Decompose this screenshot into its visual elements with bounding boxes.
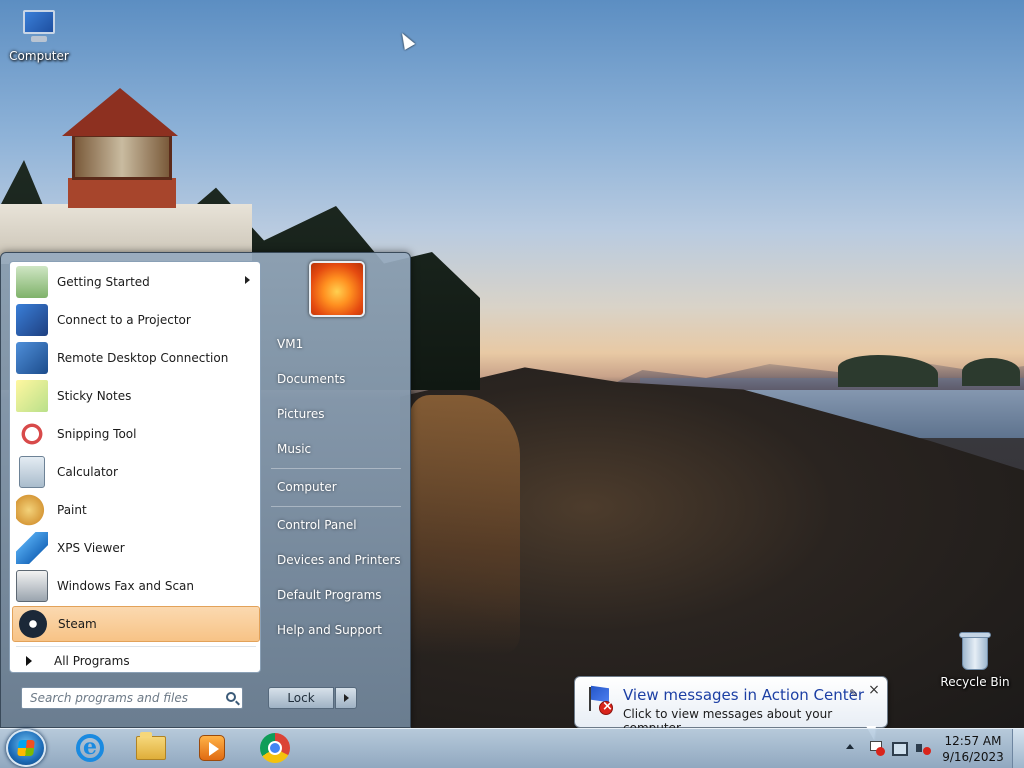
show-desktop-button[interactable]	[1012, 729, 1024, 768]
program-label: Sticky Notes	[57, 389, 132, 403]
action-center-notification[interactable]: View messages in Action Center Click to …	[574, 676, 888, 735]
program-label: XPS Viewer	[57, 541, 125, 555]
link-help-support[interactable]: Help and Support	[267, 615, 403, 645]
clock-date: 9/16/2023	[942, 750, 1004, 764]
start-button[interactable]	[6, 729, 46, 767]
wallpaper-island	[962, 358, 1020, 386]
volume-muted-tray-icon[interactable]	[914, 739, 932, 757]
triangle-right-icon	[26, 656, 32, 666]
taskbar-internet-explorer[interactable]	[70, 731, 110, 765]
start-menu-programs-pane: Getting Started Connect to a Projector R…	[9, 261, 261, 673]
wallpaper-hills	[600, 362, 1024, 390]
shutdown-options-arrow-button[interactable]	[335, 687, 357, 709]
program-connect-projector[interactable]: Connect to a Projector	[12, 302, 260, 338]
clock[interactable]: 12:57 AM 9/16/2023	[940, 733, 1006, 765]
windows-explorer-icon	[136, 732, 166, 760]
paint-icon	[16, 494, 48, 526]
desktop-icon-computer[interactable]: Computer	[2, 10, 76, 63]
link-pictures[interactable]: Pictures	[267, 399, 403, 429]
fax-scan-icon	[16, 570, 48, 602]
search-icon[interactable]	[226, 692, 236, 702]
show-hidden-icons-arrow-icon[interactable]	[846, 744, 854, 749]
link-music[interactable]: Music	[267, 434, 403, 464]
calculator-icon	[19, 456, 45, 488]
link-user-folder[interactable]: VM1	[267, 329, 403, 359]
program-label: Windows Fax and Scan	[57, 579, 195, 593]
media-player-icon	[199, 735, 225, 761]
taskbar-chrome[interactable]	[255, 731, 295, 765]
separator	[16, 646, 256, 647]
error-icon	[599, 699, 613, 715]
link-computer[interactable]: Computer	[267, 472, 403, 502]
program-remote-desktop[interactable]: Remote Desktop Connection	[12, 340, 260, 376]
link-documents[interactable]: Documents	[267, 364, 403, 394]
program-steam[interactable]: Steam	[12, 606, 260, 642]
internet-explorer-icon	[76, 734, 104, 762]
notification-title[interactable]: View messages in Action Center	[623, 686, 864, 704]
wrench-icon[interactable]: ✎	[849, 687, 861, 700]
user-picture-avatar[interactable]	[309, 261, 365, 317]
taskbar-media-player[interactable]	[192, 731, 232, 765]
steam-icon	[19, 610, 47, 638]
program-label: Steam	[58, 617, 97, 631]
program-label: Connect to a Projector	[57, 313, 191, 327]
network-tray-icon[interactable]	[890, 739, 908, 757]
xps-viewer-icon	[16, 532, 48, 564]
desktop-icon-label: Recycle Bin	[940, 675, 1010, 689]
search-input[interactable]: Search programs and files	[21, 687, 243, 709]
link-default-programs[interactable]: Default Programs	[267, 580, 403, 610]
program-label: Calculator	[57, 465, 118, 479]
program-sticky-notes[interactable]: Sticky Notes	[12, 378, 260, 414]
wallpaper-island	[838, 355, 938, 387]
remote-desktop-icon	[16, 342, 48, 374]
wallpaper-rock-glow	[410, 395, 520, 655]
program-label: Paint	[57, 503, 87, 517]
link-control-panel[interactable]: Control Panel	[267, 510, 403, 540]
start-menu: Getting Started Connect to a Projector R…	[0, 252, 411, 728]
search-placeholder: Search programs and files	[30, 691, 188, 705]
program-xps-viewer[interactable]: XPS Viewer	[12, 530, 260, 566]
program-snipping-tool[interactable]: Snipping Tool	[12, 416, 260, 452]
separator	[271, 506, 401, 507]
all-programs-label: All Programs	[54, 654, 130, 668]
wallpaper-lighthouse-body	[68, 178, 176, 208]
chrome-icon	[260, 733, 290, 763]
computer-icon	[19, 10, 59, 46]
projector-icon	[16, 304, 48, 336]
program-calculator[interactable]: Calculator	[12, 454, 260, 490]
program-label: Getting Started	[57, 275, 150, 289]
submenu-arrow-icon	[245, 276, 250, 284]
lock-button[interactable]: Lock	[268, 687, 334, 709]
lock-label: Lock	[287, 691, 315, 705]
program-label: Remote Desktop Connection	[57, 351, 229, 365]
action-center-flag-icon	[585, 685, 615, 715]
program-getting-started[interactable]: Getting Started	[12, 264, 260, 300]
close-icon[interactable]: ×	[867, 683, 881, 697]
desktop-icon-recycle-bin[interactable]: Recycle Bin	[938, 630, 1012, 689]
mouse-cursor-icon	[396, 30, 416, 50]
wallpaper-lighthouse-roof	[62, 88, 178, 136]
getting-started-icon	[16, 266, 48, 298]
all-programs-button[interactable]: All Programs	[12, 650, 260, 672]
program-paint[interactable]: Paint	[12, 492, 260, 528]
desktop-icon-label: Computer	[9, 49, 69, 63]
program-label: Snipping Tool	[57, 427, 137, 441]
snipping-tool-icon	[16, 418, 48, 450]
sticky-notes-icon	[16, 380, 48, 412]
recycle-bin-icon	[958, 630, 992, 672]
action-center-tray-icon[interactable]	[868, 739, 886, 757]
link-devices-printers[interactable]: Devices and Printers	[267, 545, 403, 575]
separator	[271, 468, 401, 469]
program-fax-scan[interactable]: Windows Fax and Scan	[12, 568, 260, 604]
taskbar-windows-explorer[interactable]	[131, 731, 171, 765]
clock-time: 12:57 AM	[944, 734, 1002, 748]
wallpaper-lighthouse-lamp	[72, 134, 172, 180]
